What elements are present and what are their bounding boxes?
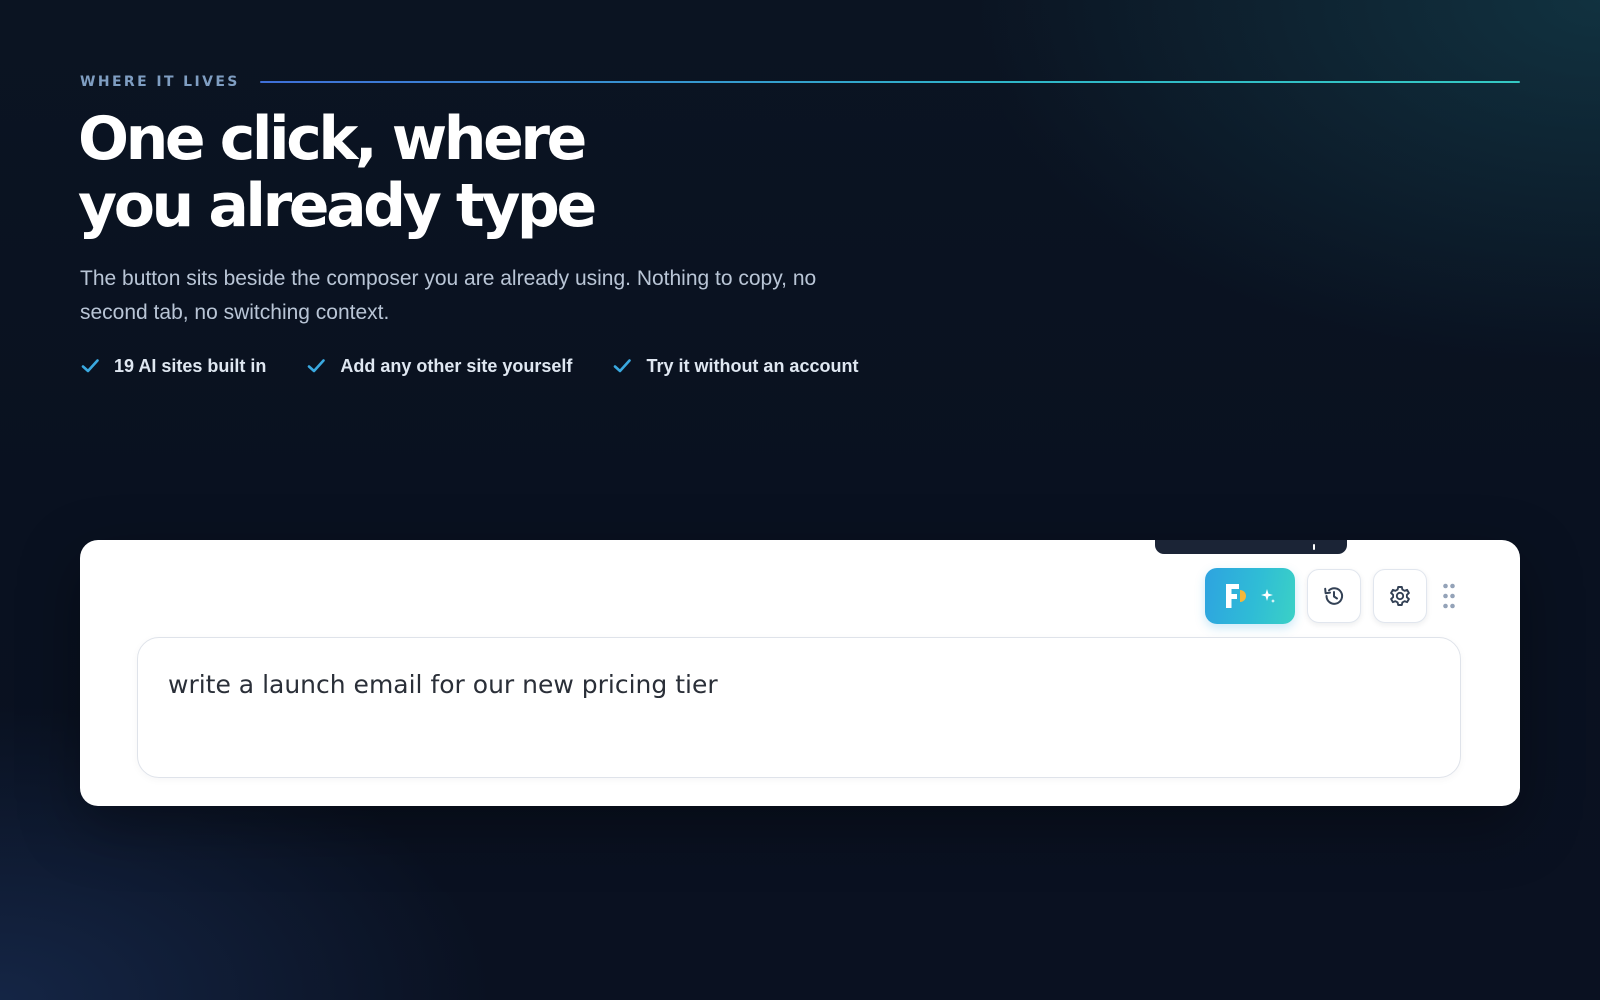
feature-label: 19 AI sites built in — [114, 355, 267, 376]
history-icon — [1324, 587, 1344, 605]
composer-input[interactable]: write a launch email for our new pricing… — [137, 637, 1461, 778]
gear-icon — [1390, 586, 1410, 606]
eyebrow-divider — [259, 81, 1520, 83]
composer-text[interactable]: write a launch email for our new pricing… — [168, 670, 718, 699]
headline-line-1: One click, where — [78, 104, 587, 174]
section-eyebrow-row: WHERE IT LIVES — [80, 72, 1520, 92]
headline-line-2: you already type — [78, 171, 597, 241]
drag-handle[interactable] — [1441, 581, 1457, 611]
extension-button[interactable] — [1205, 568, 1295, 624]
tooltip — [1155, 540, 1347, 554]
feature-label: Add any other site yourself — [340, 355, 573, 376]
section-eyebrow: WHERE IT LIVES — [80, 74, 240, 90]
feature-label: Try it without an account — [646, 355, 859, 376]
section-headline: One click, where you already type — [78, 104, 597, 241]
check-icon — [612, 356, 632, 376]
sparkle-icon — [1261, 589, 1275, 603]
settings-button[interactable] — [1373, 569, 1427, 623]
drag-handle-icon — [1443, 583, 1455, 609]
demo-card: write a launch email for our new pricing… — [80, 540, 1520, 806]
feature-list: 19 AI sites built in Add any other site … — [80, 352, 898, 380]
extension-logo-icon — [1226, 584, 1246, 608]
feature-item-no-account: Try it without an account — [612, 356, 858, 377]
section-subcopy: The button sits beside the composer you … — [80, 267, 817, 324]
extension-toolbar — [1205, 568, 1457, 624]
feature-item-sites: 19 AI sites built in — [80, 356, 266, 377]
feature-item-custom-site: Add any other site yourself — [306, 356, 572, 377]
check-icon — [80, 356, 100, 376]
check-icon — [306, 356, 326, 376]
history-button[interactable] — [1307, 569, 1361, 623]
